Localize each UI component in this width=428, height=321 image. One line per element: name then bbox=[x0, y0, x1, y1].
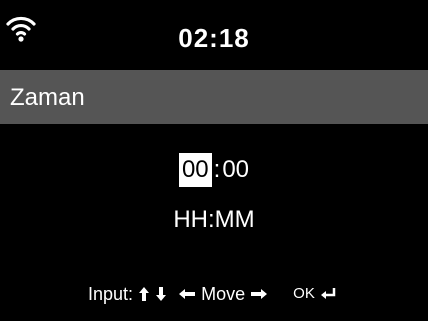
key-hints: Input: Move OK bbox=[88, 281, 336, 306]
menu-title-bar: Zaman bbox=[0, 70, 428, 124]
ok-hint-label: OK bbox=[293, 285, 315, 303]
time-format-label: HH:MM bbox=[173, 206, 255, 233]
arrow-down-icon bbox=[156, 287, 167, 302]
hours-field[interactable]: 00 bbox=[178, 153, 212, 187]
menu-title: Zaman bbox=[10, 84, 85, 111]
minutes-field[interactable]: 00 bbox=[222, 153, 249, 187]
enter-icon bbox=[320, 288, 336, 300]
arrow-right-icon bbox=[251, 289, 268, 300]
arrow-left-icon bbox=[179, 289, 196, 300]
input-hint-label: Input: bbox=[88, 284, 134, 305]
time-editor[interactable]: 00:00 bbox=[0, 153, 428, 187]
arrow-up-icon bbox=[139, 287, 150, 302]
time-separator: : bbox=[213, 156, 221, 183]
move-hint-label: Move bbox=[201, 284, 246, 305]
clock-time: 02:18 bbox=[178, 23, 250, 53]
